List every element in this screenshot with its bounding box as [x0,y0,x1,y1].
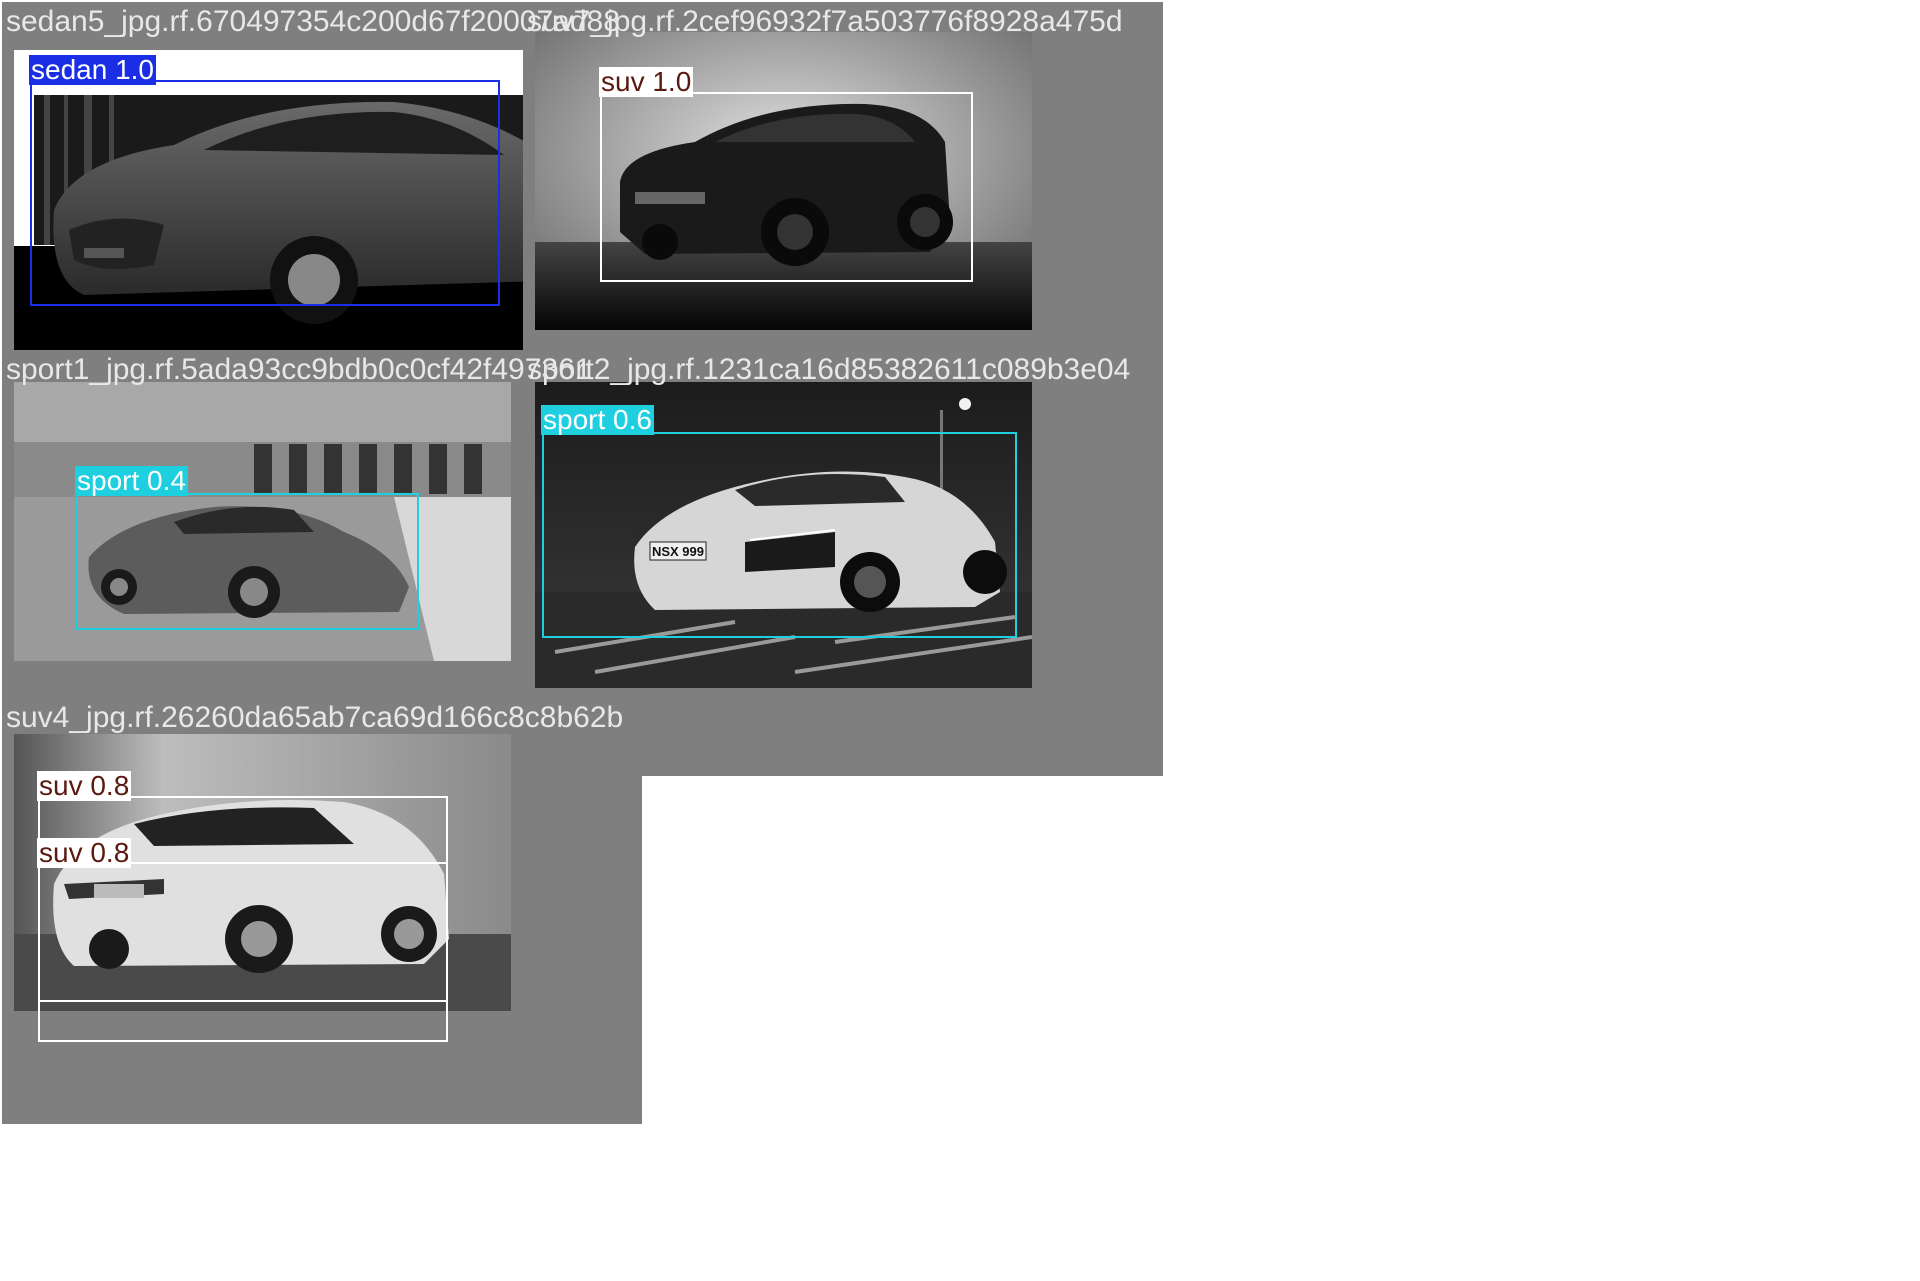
sport-bounding-box [542,432,1017,638]
image-filename: sport1_jpg.rf.5ada93cc9bdb0c0cf42f497361 [6,353,592,386]
detection-label: suv 1.0 [599,66,694,97]
image-tile: suv4_jpg.rf.26260da65ab7ca69d166c8c8b62b [2,698,642,1124]
suv-bounding-box [38,862,448,1042]
detection-label: sport 0.6 [541,404,654,435]
image-filename: suv4_jpg.rf.26260da65ab7ca69d166c8c8b62b [6,701,624,734]
detection-results-grid: sedan5_jpg.rf.670497354c200d67f20007ad88 [0,0,1920,1281]
detection-label: suv 0.8 [37,837,132,868]
image-filename: suv7_jpg.rf.2cef96932f7a503776f8928a475d [527,5,1123,38]
image-filename: sport2_jpg.rf.1231ca16d85382611c089b3e04 [527,353,1131,386]
sedan-bounding-box [30,80,500,306]
detection-label: suv 0.8 [37,770,132,801]
detection-label: sport 0.4 [75,465,188,496]
detection-label: sedan 1.0 [29,54,156,85]
suv-bounding-box [600,92,973,282]
sport-bounding-box [76,493,419,630]
